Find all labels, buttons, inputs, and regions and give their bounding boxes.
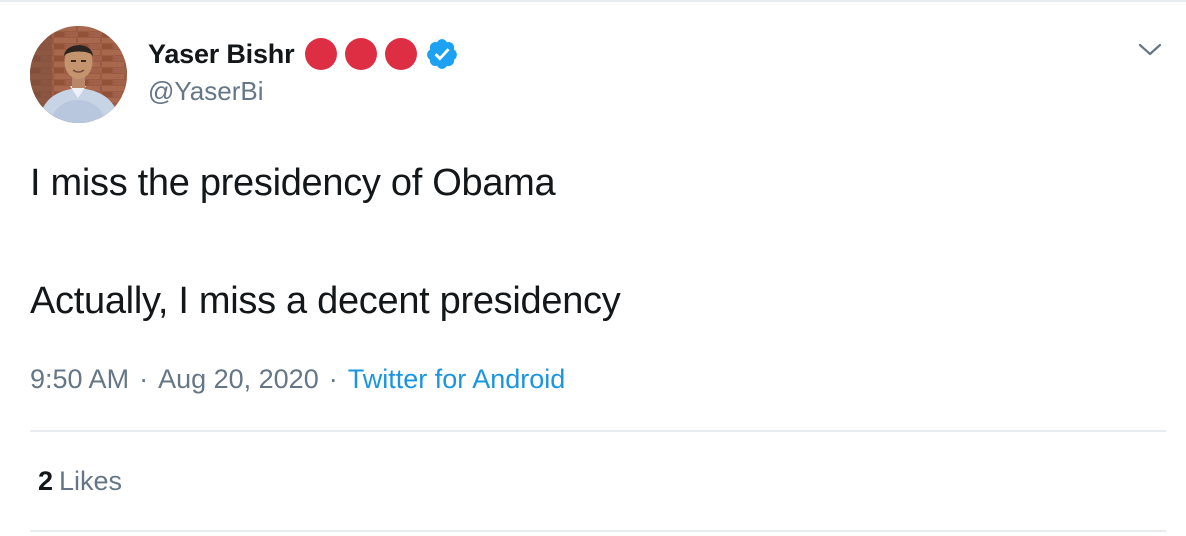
red-circle-emoji-icon [385, 38, 418, 70]
profile-photo [30, 26, 127, 123]
likes-label: Likes [59, 466, 123, 496]
verified-badge-icon [427, 39, 458, 69]
tweet-text-line: Actually, I miss a decent presidency [30, 280, 621, 322]
tweet-text-line: I miss the presidency of Obama [30, 162, 556, 204]
avatar[interactable] [30, 26, 127, 123]
red-circle-emoji-icon [345, 38, 378, 70]
divider [30, 430, 1166, 432]
tweet-date[interactable]: Aug 20, 2020 [158, 364, 319, 394]
likes-link[interactable]: 2 Likes [38, 466, 122, 497]
author-handle[interactable]: @YaserBi [148, 76, 264, 107]
tweet-metadata: 9:50 AM · Aug 20, 2020 · Twitter for Android [30, 364, 565, 395]
top-border [0, 0, 1186, 2]
tweet-source-link[interactable]: Twitter for Android [348, 364, 566, 394]
divider [30, 530, 1166, 532]
red-circle-emoji-icon [305, 38, 338, 70]
tweet-time[interactable]: 9:50 AM [30, 364, 129, 394]
chevron-down-icon[interactable] [1137, 40, 1163, 60]
author-name-row[interactable]: Yaser Bishr [148, 34, 459, 74]
display-name[interactable]: Yaser Bishr [148, 39, 295, 70]
separator: · [328, 364, 338, 394]
likes-count: 2 [38, 466, 54, 496]
separator: · [139, 364, 149, 394]
tweet-card: Yaser Bishr @YaserBi I miss the presiden… [0, 0, 1186, 536]
